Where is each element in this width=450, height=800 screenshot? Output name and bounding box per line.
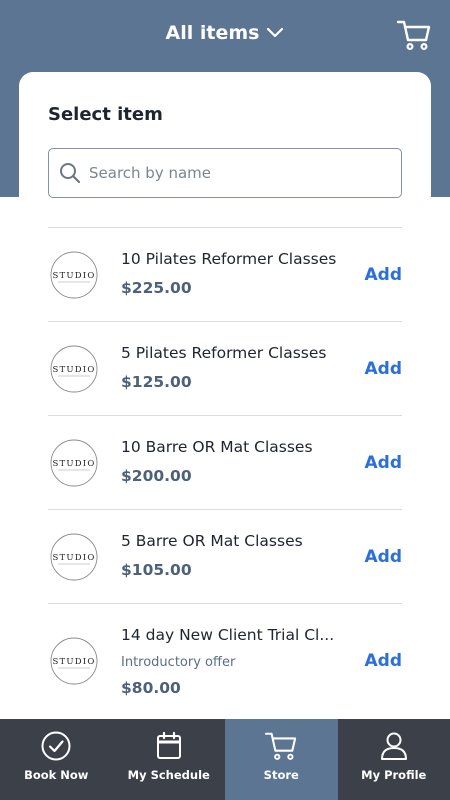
cart-button[interactable] [396,18,432,52]
svg-text:STUDIO: STUDIO [53,365,96,375]
search-input[interactable] [89,164,379,182]
item-price: $105.00 [121,561,192,579]
person-icon [380,732,407,760]
list-item[interactable]: STUDIO 14 day New Client Trial Cl... Int… [48,603,402,718]
add-button[interactable]: Add [365,547,403,567]
tab-label: Store [263,768,299,782]
svg-text:STUDIO: STUDIO [53,553,96,563]
studio-logo-icon: STUDIO [50,533,98,580]
tab-store[interactable]: Store [225,719,338,800]
select-item-panel: Select item STUDIO 10 Pilates Reformer C… [19,72,431,732]
item-name: 5 Barre OR Mat Classes [121,532,303,550]
item-list: STUDIO 10 Pilates Reformer Classes $225.… [48,227,402,718]
item-name: 14 day New Client Trial Cl... [121,626,335,644]
tab-my-schedule[interactable]: My Schedule [113,719,226,800]
check-circle-icon [41,731,71,761]
tab-label: My Profile [361,768,427,782]
studio-logo-icon: STUDIO [50,251,98,298]
tab-label: My Schedule [127,768,210,782]
svg-text:STUDIO: STUDIO [53,271,96,281]
category-title: All items [165,22,260,44]
item-name: 10 Barre OR Mat Classes [121,438,313,456]
cart-icon [265,732,297,760]
list-item[interactable]: STUDIO 5 Pilates Reformer Classes $125.0… [48,321,402,415]
item-price: $225.00 [121,279,192,297]
list-item[interactable]: STUDIO 10 Pilates Reformer Classes $225.… [48,227,402,321]
studio-logo-icon: STUDIO [50,637,98,685]
calendar-icon [156,731,181,759]
bottom-tab-bar: Book Now My Schedule Store My Profile [0,719,450,800]
studio-logo-icon: STUDIO [50,439,98,486]
tab-label: Book Now [24,768,89,782]
studio-logo-icon: STUDIO [50,345,98,392]
item-name: 10 Pilates Reformer Classes [121,250,337,268]
item-price: $80.00 [121,679,181,697]
svg-text:STUDIO: STUDIO [53,657,96,667]
add-button[interactable]: Add [365,265,403,285]
add-button[interactable]: Add [365,359,403,379]
cart-icon [396,20,431,51]
item-name: 5 Pilates Reformer Classes [121,344,327,362]
item-price: $125.00 [121,373,192,391]
tab-my-profile[interactable]: My Profile [338,719,450,800]
item-subtitle: Introductory offer [121,655,236,670]
list-item[interactable]: STUDIO 10 Barre OR Mat Classes $200.00 A… [48,415,402,509]
item-price: $200.00 [121,467,192,485]
svg-text:STUDIO: STUDIO [53,459,96,469]
search-icon [60,163,81,184]
chevron-down-icon [267,27,284,38]
panel-title: Select item [48,104,163,125]
search-box[interactable] [48,148,402,198]
category-selector[interactable]: All items [0,22,450,44]
tab-book-now[interactable]: Book Now [0,719,113,800]
add-button[interactable]: Add [365,651,403,671]
list-item[interactable]: STUDIO 5 Barre OR Mat Classes $105.00 Ad… [48,509,402,603]
add-button[interactable]: Add [365,453,403,473]
